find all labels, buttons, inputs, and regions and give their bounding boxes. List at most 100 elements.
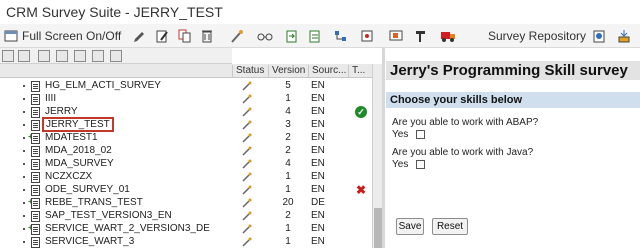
column-version[interactable]: Version (268, 65, 308, 78)
document-icon (31, 120, 40, 131)
survey-source-language: EN (311, 171, 325, 182)
survey-name[interactable]: SERVICE_WART_2_VERSION3_DE (45, 223, 210, 234)
pane-splitter[interactable] (382, 48, 385, 248)
truck-icon[interactable] (440, 27, 456, 45)
tree-row[interactable]: +MDATEST12EN (0, 132, 372, 145)
glasses-icon[interactable] (257, 27, 273, 45)
edit-icon[interactable] (155, 27, 169, 45)
status-wand-icon (241, 210, 253, 222)
survey-name[interactable]: SERVICE_WART_3 (45, 236, 134, 247)
pencil-icon[interactable] (132, 27, 146, 45)
survey-version: 1 (285, 223, 291, 234)
tree-node-bullet (23, 150, 25, 152)
selected-survey-name[interactable]: JERRY_TEST (42, 117, 114, 132)
wand-icon[interactable] (230, 27, 244, 45)
title-bar: CRM Survey Suite - JERRY_TEST (0, 0, 640, 24)
survey-name[interactable]: IIII (45, 93, 56, 104)
scrollbar-thumb[interactable] (374, 208, 382, 248)
survey-version: 1 (285, 184, 291, 195)
column-source[interactable]: Sourc... (308, 65, 348, 78)
stack-icon[interactable] (414, 27, 428, 45)
import-icon[interactable] (308, 27, 322, 45)
survey-name[interactable]: MDA_2018_02 (45, 145, 112, 156)
document-icon (31, 133, 40, 144)
reset-button[interactable]: Reset (432, 218, 468, 235)
repository-icon[interactable] (592, 27, 606, 45)
survey-name[interactable]: SAP_TEST_VERSION3_EN (45, 210, 172, 221)
move-right-icon[interactable] (56, 50, 68, 62)
survey-source-language: DE (311, 197, 325, 208)
survey-name[interactable]: JERRY (45, 106, 78, 117)
download-icon[interactable] (617, 27, 631, 45)
main-toolbar: Full Screen On/Off Survey Repository (0, 24, 640, 48)
survey-source-language: EN (311, 184, 325, 195)
copy-icon[interactable] (178, 27, 192, 45)
survey-name[interactable]: MDATEST1 (45, 132, 98, 143)
survey-preview: Jerry's Programming Skill survey Choose … (386, 48, 640, 248)
question-java: Are you able to work with Java? (392, 147, 534, 158)
column-type[interactable]: T... (348, 65, 372, 78)
document-icon (31, 198, 40, 209)
tree-node-bullet (23, 189, 25, 191)
tree-row[interactable]: ODE_SURVEY_01 1 EN ✖ (0, 184, 372, 197)
column-status[interactable]: Status (232, 65, 268, 78)
tree-row[interactable]: HG_ELM_ACTI_SURVEY 5 EN (0, 80, 372, 93)
document-icon (31, 146, 40, 157)
tree-toolbar (0, 48, 232, 64)
status-wand-icon (241, 197, 253, 209)
survey-version: 20 (282, 197, 294, 208)
survey-name[interactable]: MDA_SURVEY (45, 158, 114, 169)
fullscreen-button[interactable]: Full Screen On/Off (4, 27, 121, 45)
tree-row[interactable]: +SERVICE_WART_2_VERSION3_DE1EN (0, 223, 372, 236)
sort-icon[interactable] (74, 50, 86, 62)
answer-java: Yes (392, 159, 426, 170)
survey-source-language: EN (311, 236, 325, 247)
find-icon[interactable] (92, 50, 104, 62)
move-left-icon[interactable] (38, 50, 50, 62)
survey-name[interactable]: HG_ELM_ACTI_SURVEY (45, 80, 161, 91)
tree-row[interactable]: JERRY_TEST 3 EN (0, 117, 372, 132)
survey-tree: HG_ELM_ACTI_SURVEY 5 EN IIII 1 EN JERRY 4 EN ✓ JER… (0, 78, 372, 248)
tree-row[interactable]: MDA_2018_02 2 EN (0, 145, 372, 158)
tree-row[interactable]: NCZXCZX 1 EN (0, 171, 372, 184)
survey-name[interactable]: REBE_TRANS_TEST (45, 197, 143, 208)
tree-row[interactable]: MDA_SURVEY 4 EN (0, 158, 372, 171)
answer-abap: Yes (392, 129, 426, 140)
status-wand-icon (241, 236, 253, 248)
survey-version: 2 (285, 210, 291, 221)
tree-scrollbar[interactable] (372, 64, 382, 248)
java-yes-checkbox[interactable] (416, 160, 426, 169)
expand-all-icon[interactable] (18, 50, 30, 62)
document-icon (31, 159, 40, 170)
tree-row[interactable]: SERVICE_WART_3 1 EN (0, 236, 372, 248)
status-wand-icon (241, 93, 253, 105)
document-icon (31, 237, 40, 248)
export-icon[interactable] (285, 27, 299, 45)
save-button[interactable]: Save (396, 218, 424, 235)
document-icon (31, 81, 40, 92)
pin-icon[interactable] (360, 27, 374, 45)
collapse-all-icon[interactable] (2, 50, 14, 62)
trash-icon[interactable] (200, 27, 214, 45)
survey-repository-button[interactable]: Survey Repository (484, 27, 586, 45)
status-wand-icon (241, 171, 253, 183)
survey-name[interactable]: ODE_SURVEY_01 (45, 184, 130, 195)
survey-title: Jerry's Programming Skill survey (386, 61, 640, 80)
survey-name[interactable]: NCZXCZX (45, 171, 92, 182)
survey-section-header: Choose your skills below (386, 92, 640, 108)
abap-yes-checkbox[interactable] (416, 130, 426, 139)
tree-node-bullet (23, 215, 25, 217)
error-x-icon: ✖ (355, 183, 367, 197)
survey-source-language: EN (311, 80, 325, 91)
tree-node-bullet (23, 163, 25, 165)
survey-version: 3 (285, 119, 291, 130)
tree-row[interactable]: SAP_TEST_VERSION3_EN 2 EN (0, 210, 372, 223)
info-icon[interactable] (110, 50, 122, 62)
survey-version: 5 (285, 80, 291, 91)
tree-row[interactable]: +REBE_TRANS_TEST20DE (0, 197, 372, 210)
screen-icon[interactable] (389, 27, 403, 45)
survey-source-language: EN (311, 132, 325, 143)
tree-icon[interactable] (334, 27, 348, 45)
survey-source-language: EN (311, 119, 325, 130)
tree-row[interactable]: IIII 1 EN (0, 93, 372, 106)
